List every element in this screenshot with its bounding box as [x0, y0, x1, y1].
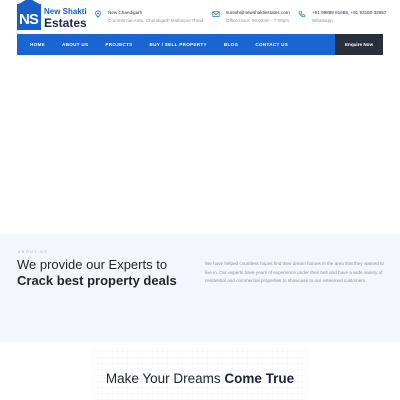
phone-icon: [298, 10, 306, 18]
nav-item-about-us[interactable]: ABOUT US: [62, 42, 88, 47]
about-heading-line2: Crack best property deals: [17, 273, 177, 288]
dreams-heading: Make Your Dreams Come True: [0, 371, 400, 386]
about-section: ABOUT US We provide our Experts to Crack…: [0, 234, 400, 342]
dreams-heading-regular: Make Your Dreams: [105, 371, 225, 386]
logo-text: New Shakti Estates: [44, 6, 87, 29]
main-nav: HOME ABOUT US PROJECTS BUY / SELL PROPER…: [17, 34, 383, 55]
dreams-section: Make Your Dreams Come True: [0, 342, 400, 400]
nav-items: HOME ABOUT US PROJECTS BUY / SELL PROPER…: [30, 34, 305, 55]
nav-item-projects[interactable]: PROJECTS: [105, 42, 132, 47]
office-hours: Office Hour: 09:00am - 7:00pm: [226, 17, 289, 23]
email-info: suresh@newshaktiestates.com Office Hour:…: [212, 9, 290, 24]
brand-logo[interactable]: NS New Shakti Estates: [17, 0, 87, 30]
mail-icon: [212, 11, 220, 17]
nav-item-home[interactable]: HOME: [30, 42, 45, 47]
dreams-heading-bold: Come True: [224, 371, 295, 386]
top-header: NS New Shakti Estates New Chandigarh Com…: [0, 0, 400, 36]
enquire-now-button[interactable]: Enquire Now: [335, 34, 383, 55]
nav-item-blog[interactable]: BLOG: [224, 42, 238, 47]
brand-line2: Estates: [44, 15, 87, 30]
email-address[interactable]: suresh@newshaktiestates.com: [226, 9, 290, 17]
hero-banner: [0, 45, 400, 234]
location-title: New Chandigarh: [108, 10, 143, 15]
whatsapp-label: Whatsapp: [312, 17, 333, 23]
about-paragraph: We have helped countless hopes find thei…: [205, 261, 384, 284]
nav-item-contact-us[interactable]: CONTACT US: [255, 42, 288, 47]
logo-house-icon: NS: [17, 0, 41, 30]
logo-monogram: NS: [19, 11, 39, 28]
phone-numbers[interactable]: +91 99889 81688, +91 93160 02857: [312, 9, 386, 17]
location-subtitle: Commercial Area, Chandigarh Mullanpur Ro…: [108, 17, 204, 23]
location-pin-icon: [95, 10, 101, 18]
about-heading-line1: We provide our Experts to: [17, 257, 168, 272]
phone-info: +91 99889 81688, +91 93160 02857 Whatsap…: [298, 9, 386, 24]
brand-line1: New Shakti: [44, 6, 87, 16]
nav-item-buy-sell-property[interactable]: BUY / SELL PROPERTY: [150, 42, 207, 47]
about-kicker: ABOUT US: [18, 250, 49, 254]
location-info: New Chandigarh Commercial Area, Chandiga…: [95, 9, 204, 24]
